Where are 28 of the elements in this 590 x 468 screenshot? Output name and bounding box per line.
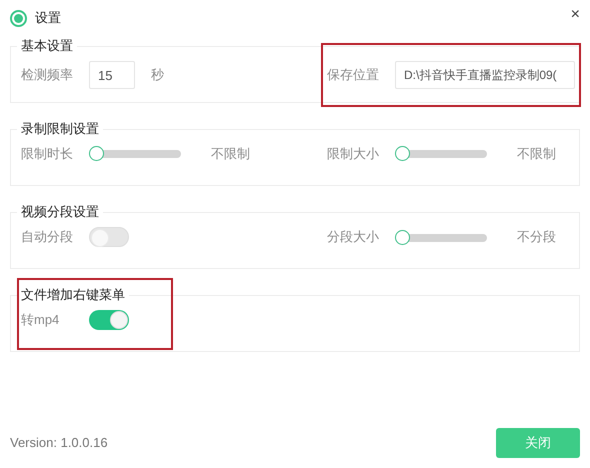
slider-thumb[interactable] xyxy=(89,146,104,162)
slider-track[interactable] xyxy=(395,146,487,162)
app-logo-icon xyxy=(10,10,27,26)
slider-thumb[interactable] xyxy=(395,146,410,162)
slider-value: 不限制 xyxy=(517,145,556,163)
number-field[interactable]: 15 xyxy=(89,61,135,89)
field-label: 限制大小 xyxy=(327,145,380,163)
toggle-switch[interactable] xyxy=(89,310,129,330)
field-label: 限制时长 xyxy=(21,145,74,163)
slider-track[interactable] xyxy=(89,146,181,162)
group-title: 视频分段设置 xyxy=(17,203,103,221)
slider-value: 不分段 xyxy=(517,228,556,246)
group-title: 文件增加右键菜单 xyxy=(17,286,129,304)
group-title: 基本设置 xyxy=(17,37,77,55)
version-label: Version: 1.0.0.16 xyxy=(10,434,108,452)
close-button[interactable]: × xyxy=(570,3,580,27)
field-label: 检测频率 xyxy=(21,66,74,84)
field-label: 分段大小 xyxy=(327,228,380,246)
window-title: 设置 xyxy=(35,9,61,28)
group-title: 录制限制设置 xyxy=(17,120,103,138)
slider-track[interactable] xyxy=(395,230,487,244)
path-field[interactable]: D:\抖音快手直播监控录制09( xyxy=(395,61,575,89)
field-label: 保存位置 xyxy=(327,66,380,84)
field-label: 转mp4 xyxy=(21,311,60,330)
unit-label: 秒 xyxy=(151,66,164,84)
slider-value: 不限制 xyxy=(211,145,250,163)
field-label: 自动分段 xyxy=(21,228,74,246)
slider-thumb[interactable] xyxy=(395,230,410,244)
